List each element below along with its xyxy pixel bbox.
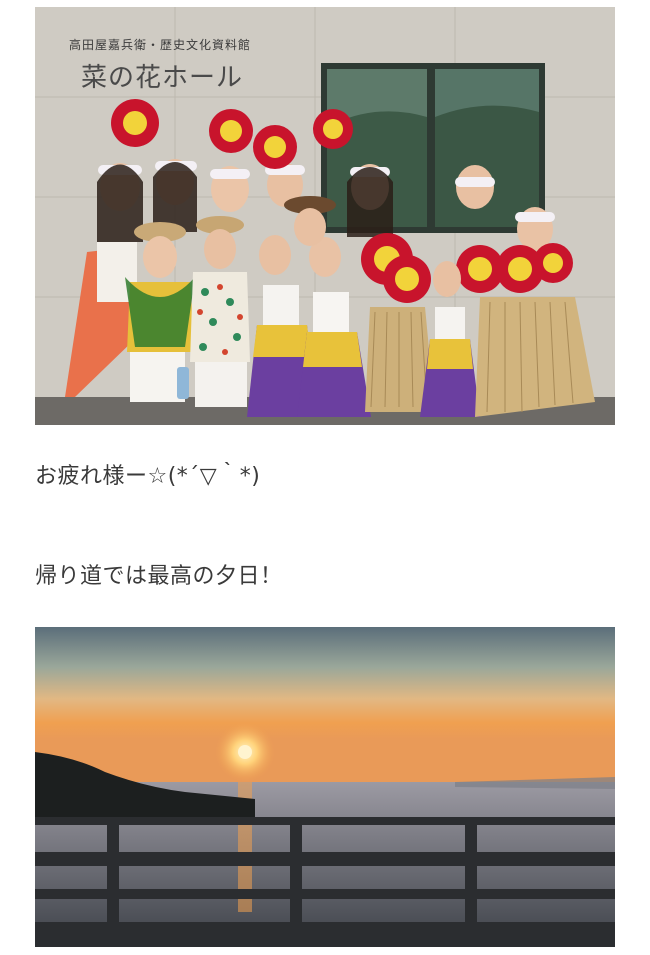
sunset-photo-image: [35, 627, 615, 947]
post-text-line-1: お疲れ様ー☆(*´▽｀*): [35, 464, 261, 489]
group-photo-image: 高田屋嘉兵衛・歴史文化資料館 菜の花ホール: [35, 7, 615, 425]
post-text-line-2: 帰り道では最高の夕日！: [35, 564, 283, 589]
group-photo[interactable]: 高田屋嘉兵衛・歴史文化資料館 菜の花ホール: [35, 7, 615, 425]
sign-title: 菜の花ホール: [81, 63, 244, 93]
sign-subtitle: 高田屋嘉兵衛・歴史文化資料館: [69, 38, 252, 52]
sunset-photo[interactable]: [35, 627, 615, 947]
